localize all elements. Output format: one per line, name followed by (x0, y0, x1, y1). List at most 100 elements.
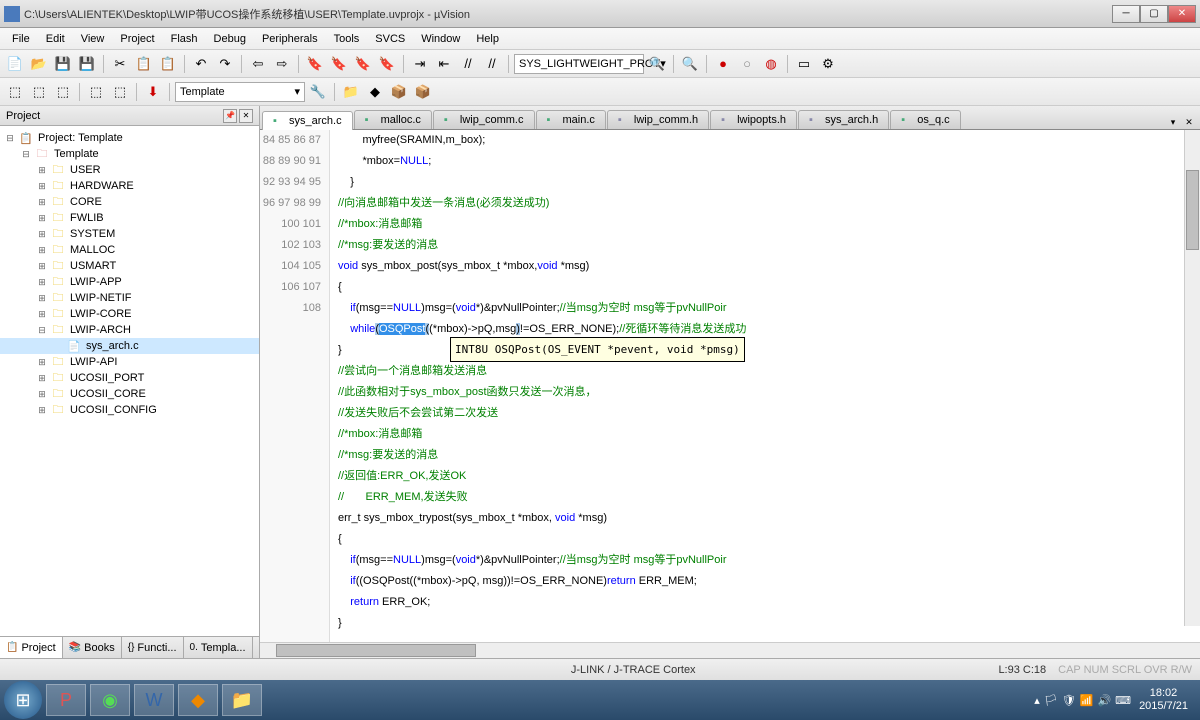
taskbar-powerpoint[interactable]: P (46, 684, 86, 716)
minimize-button[interactable]: ─ (1112, 5, 1140, 23)
save-icon[interactable]: 💾 (52, 53, 74, 75)
editor-scrollbar-v[interactable] (1184, 130, 1200, 626)
editor-tab-lwip-comm-c[interactable]: ▪lwip_comm.c (433, 110, 535, 129)
scrollbar-v-thumb[interactable] (1186, 170, 1199, 250)
taskbar-wps[interactable]: W (134, 684, 174, 716)
taskbar-app2[interactable]: ◉ (90, 684, 130, 716)
taskbar-explorer[interactable]: 📁 (222, 684, 262, 716)
indent-icon[interactable]: ⇥ (409, 53, 431, 75)
menu-file[interactable]: File (4, 31, 38, 47)
editor-tab-sys-arch-c[interactable]: ▪sys_arch.c (262, 111, 353, 130)
panel-close-icon[interactable]: ✕ (239, 109, 253, 123)
redo-icon[interactable]: ↷ (214, 53, 236, 75)
tree-group-lwip-app[interactable]: ⊞🗀LWIP-APP (0, 274, 259, 290)
tray-sound-icon[interactable]: 🔊 (1097, 694, 1111, 707)
pack-icon[interactable]: 📦 (388, 81, 410, 103)
target-options-icon[interactable]: 🔧 (307, 81, 329, 103)
panel-pin-icon[interactable]: 📌 (223, 109, 237, 123)
tree-group-user[interactable]: ⊞🗀USER (0, 162, 259, 178)
cut-icon[interactable]: ✂ (109, 53, 131, 75)
tab-functions[interactable]: {} Functi... (122, 637, 184, 658)
editor-tab-lwipopts-h[interactable]: ▪lwipopts.h (710, 110, 797, 129)
menu-tools[interactable]: Tools (326, 31, 368, 47)
define-combo[interactable]: SYS_LIGHTWEIGHT_PROT▾ (514, 54, 644, 74)
uncomment-icon[interactable]: // (481, 53, 503, 75)
editor-tab-lwip-comm-h[interactable]: ▪lwip_comm.h (607, 110, 709, 129)
taskbar-foxit[interactable]: ◆ (178, 684, 218, 716)
breakpoint-icon[interactable]: ● (712, 53, 734, 75)
system-tray[interactable]: ▴ 🏳 🛡 📶 🔊 ⌨ 18:02 2015/7/21 (1034, 687, 1196, 713)
menu-svcs[interactable]: SVCS (367, 31, 413, 47)
batch-build-icon[interactable]: ⬚ (85, 81, 107, 103)
rebuild-icon[interactable]: ⬚ (52, 81, 74, 103)
target-combo[interactable]: Template▾ (175, 82, 305, 102)
breakpoint-disable-icon[interactable]: ○ (736, 53, 758, 75)
config-icon[interactable]: ⚙ (817, 53, 839, 75)
pack-installer-icon[interactable]: 📦 (412, 81, 434, 103)
download-icon[interactable]: ⬇ (142, 81, 164, 103)
undo-icon[interactable]: ↶ (190, 53, 212, 75)
editor-tab-sys-arch-h[interactable]: ▪sys_arch.h (798, 110, 889, 129)
window-layout-icon[interactable]: ▭ (793, 53, 815, 75)
bookmark-icon[interactable]: 🔖 (304, 53, 326, 75)
breakpoint-kill-icon[interactable]: ◍ (760, 53, 782, 75)
tree-group-lwip-core[interactable]: ⊞🗀LWIP-CORE (0, 306, 259, 322)
manage-icon[interactable]: 📁 (340, 81, 362, 103)
find-icon[interactable]: 🔍 (646, 53, 668, 75)
comment-icon[interactable]: // (457, 53, 479, 75)
debug-start-icon[interactable]: 🔍 (679, 53, 701, 75)
menu-view[interactable]: View (73, 31, 113, 47)
close-button[interactable]: ✕ (1168, 5, 1196, 23)
tree-file-sys-arch-c[interactable]: 📄sys_arch.c (0, 338, 259, 354)
nav-back-icon[interactable]: ⇦ (247, 53, 269, 75)
tab-books[interactable]: 📚 Books (63, 637, 122, 658)
tray-ime-icon[interactable]: ⌨ (1115, 694, 1131, 707)
project-tree[interactable]: ⊟📋Project: Template ⊟🗀Template ⊞🗀USER⊞🗀H… (0, 126, 259, 636)
tree-group-hardware[interactable]: ⊞🗀HARDWARE (0, 178, 259, 194)
tree-group-lwip-api[interactable]: ⊞🗀LWIP-API (0, 354, 259, 370)
tree-group-ucosii_port[interactable]: ⊞🗀UCOSII_PORT (0, 370, 259, 386)
tree-group-lwip-arch[interactable]: ⊟🗀LWIP-ARCH (0, 322, 259, 338)
translate-icon[interactable]: ⬚ (4, 81, 26, 103)
code-content[interactable]: myfree(SRAMIN,m_box); *mbox=NULL; } //向消… (330, 130, 1200, 642)
tree-group-lwip-netif[interactable]: ⊞🗀LWIP-NETIF (0, 290, 259, 306)
tray-network-icon[interactable]: 📶 (1080, 694, 1094, 707)
open-file-icon[interactable]: 📂 (28, 53, 50, 75)
menu-window[interactable]: Window (413, 31, 468, 47)
tree-group-malloc[interactable]: ⊞🗀MALLOC (0, 242, 259, 258)
bookmark-prev-icon[interactable]: 🔖 (328, 53, 350, 75)
editor-scrollbar-h[interactable] (260, 642, 1200, 658)
build-icon[interactable]: ⬚ (28, 81, 50, 103)
menu-project[interactable]: Project (112, 31, 162, 47)
start-button[interactable]: ⊞ (4, 681, 42, 719)
tree-group-ucosii_core[interactable]: ⊞🗀UCOSII_CORE (0, 386, 259, 402)
outdent-icon[interactable]: ⇤ (433, 53, 455, 75)
tree-group-ucosii_config[interactable]: ⊞🗀UCOSII_CONFIG (0, 402, 259, 418)
save-all-icon[interactable]: 💾 (76, 53, 98, 75)
tree-group-system[interactable]: ⊞🗀SYSTEM (0, 226, 259, 242)
tree-group-usmart[interactable]: ⊞🗀USMART (0, 258, 259, 274)
menu-edit[interactable]: Edit (38, 31, 73, 47)
tree-group-fwlib[interactable]: ⊞🗀FWLIB (0, 210, 259, 226)
manage-rte-icon[interactable]: ◆ (364, 81, 386, 103)
tray-flag-icon[interactable]: 🏳 (1044, 694, 1058, 707)
editor-tab-os-q-c[interactable]: ▪os_q.c (890, 110, 960, 129)
maximize-button[interactable]: ▢ (1140, 5, 1168, 23)
tab-templates[interactable]: 0. Templa... (184, 637, 253, 658)
tray-up-icon[interactable]: ▴ (1034, 694, 1040, 707)
tray-shield-icon[interactable]: 🛡 (1062, 694, 1076, 707)
menu-flash[interactable]: Flash (163, 31, 206, 47)
new-file-icon[interactable]: 📄 (4, 53, 26, 75)
taskbar-clock[interactable]: 18:02 2015/7/21 (1139, 687, 1188, 713)
tab-project[interactable]: 📋 Project (0, 637, 63, 658)
editor-tab-main-c[interactable]: ▪main.c (536, 110, 606, 129)
stop-build-icon[interactable]: ⬚ (109, 81, 131, 103)
code-area[interactable]: 84 85 86 87 88 89 90 91 92 93 94 95 96 9… (260, 130, 1200, 642)
bookmark-next-icon[interactable]: 🔖 (352, 53, 374, 75)
bookmark-clear-icon[interactable]: 🔖 (376, 53, 398, 75)
menu-peripherals[interactable]: Peripherals (254, 31, 326, 47)
copy-icon[interactable]: 📋 (133, 53, 155, 75)
paste-icon[interactable]: 📋 (157, 53, 179, 75)
editor-tabs-close-icon[interactable]: ✕ (1182, 115, 1196, 129)
scrollbar-h-thumb[interactable] (276, 644, 476, 657)
